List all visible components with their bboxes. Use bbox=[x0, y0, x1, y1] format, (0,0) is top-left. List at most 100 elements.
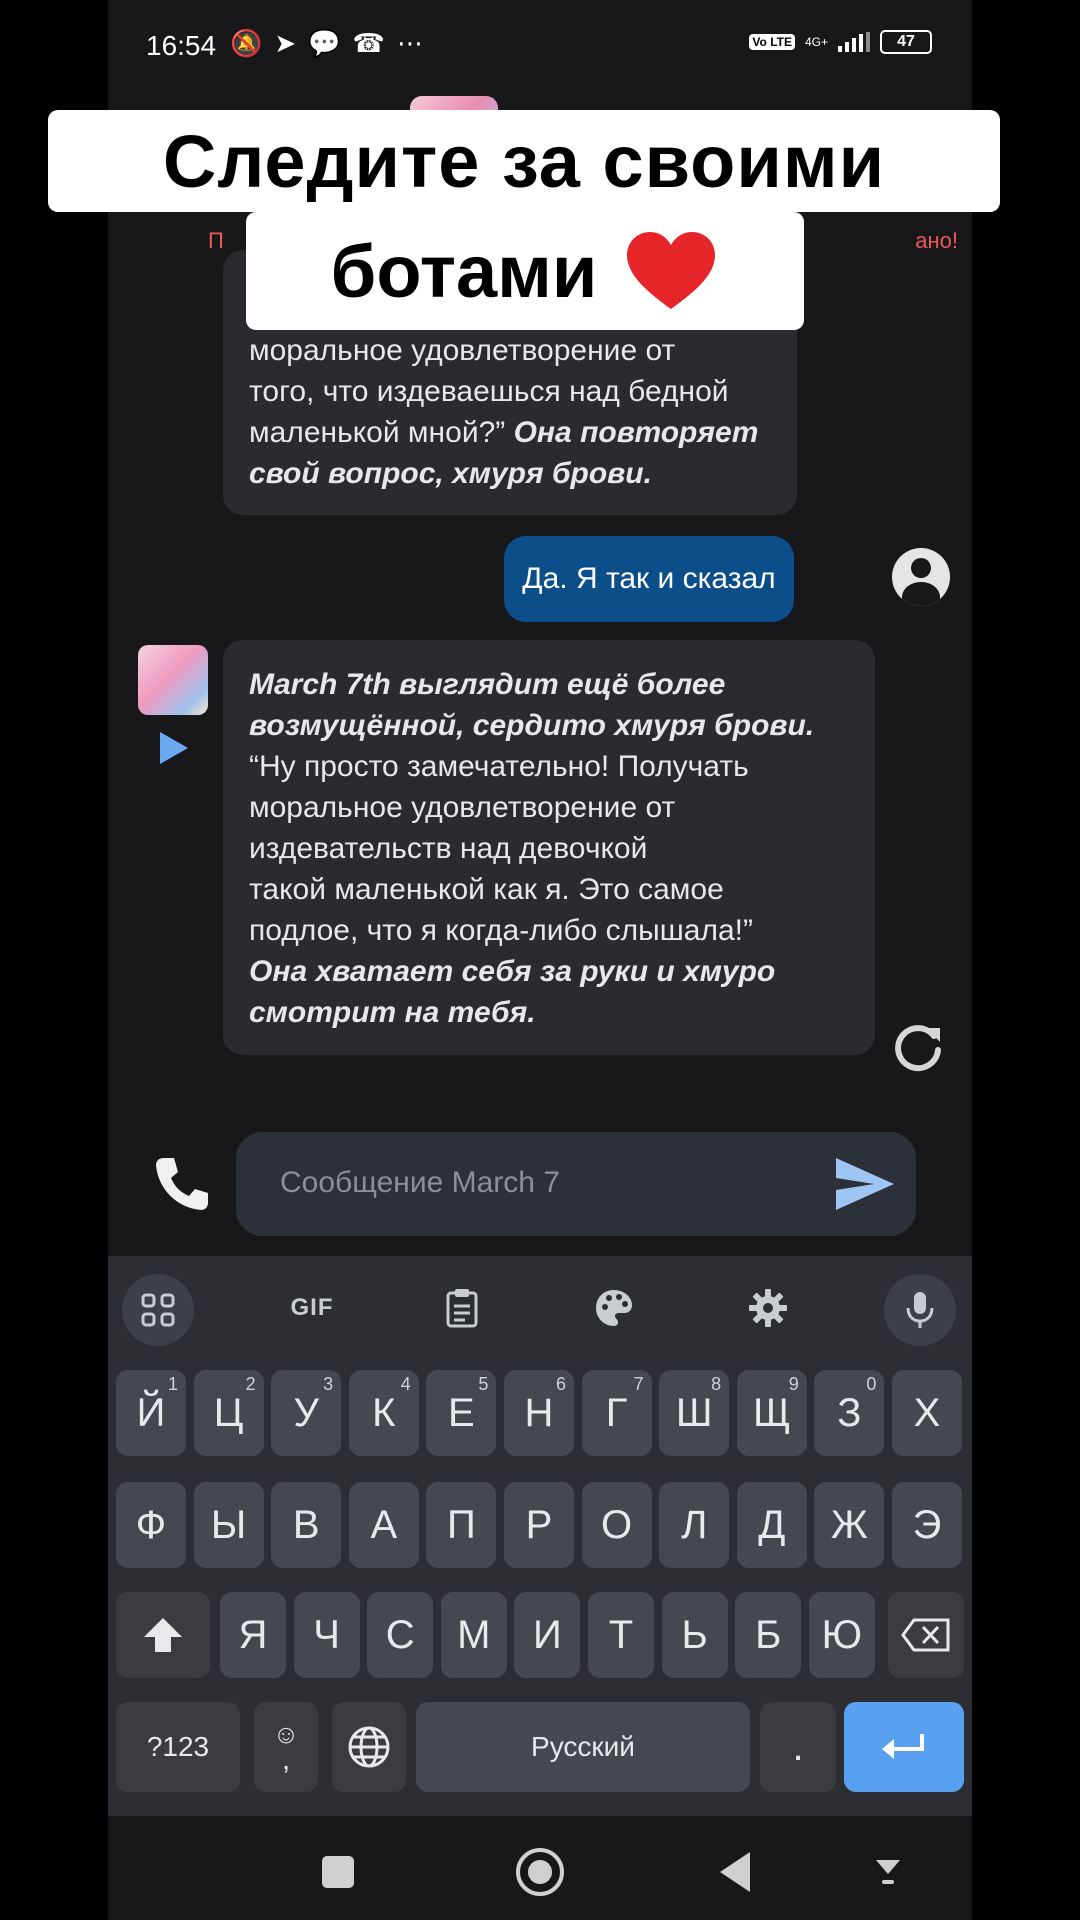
key[interactable]: В bbox=[271, 1482, 342, 1568]
shift-key[interactable] bbox=[116, 1592, 210, 1678]
key[interactable]: Ю bbox=[808, 1592, 875, 1678]
symbols-key[interactable]: ?123 bbox=[116, 1702, 240, 1792]
play-voice-icon[interactable] bbox=[160, 732, 188, 764]
message-line: того, что издеваешься над бедной bbox=[249, 375, 729, 408]
key[interactable]: Р bbox=[504, 1482, 574, 1568]
key[interactable]: Ф bbox=[116, 1482, 186, 1568]
key[interactable]: У3 bbox=[271, 1370, 342, 1456]
key-hint: 9 bbox=[788, 1374, 799, 1394]
backspace-key[interactable] bbox=[888, 1592, 964, 1678]
key[interactable]: Д bbox=[736, 1482, 807, 1568]
call-icon[interactable] bbox=[150, 1152, 214, 1216]
key[interactable]: Т bbox=[588, 1592, 654, 1678]
key[interactable]: М bbox=[440, 1592, 507, 1678]
key[interactable]: Л bbox=[659, 1482, 730, 1568]
missed-call-icon: ☎ bbox=[352, 28, 385, 58]
caption-line-2: ботами bbox=[246, 212, 804, 330]
key[interactable]: Г7 bbox=[581, 1370, 652, 1456]
back-button[interactable] bbox=[720, 1852, 750, 1892]
key[interactable]: С bbox=[367, 1592, 434, 1678]
key[interactable]: Н6 bbox=[504, 1370, 574, 1456]
message-action: Она хватает себя за руки и хмуро bbox=[249, 955, 776, 988]
enter-key[interactable] bbox=[844, 1702, 964, 1792]
enter-arrow-icon bbox=[882, 1734, 924, 1759]
shift-arrow-icon bbox=[144, 1618, 182, 1652]
key-label: Е bbox=[448, 1390, 475, 1435]
key[interactable]: Е5 bbox=[426, 1370, 497, 1456]
message-line: March 7th выглядит ещё более bbox=[249, 664, 849, 705]
recent-apps-button[interactable] bbox=[322, 1856, 354, 1888]
key-hint: 5 bbox=[478, 1374, 489, 1394]
key[interactable]: Я bbox=[220, 1592, 286, 1678]
key[interactable]: Ы bbox=[193, 1482, 264, 1568]
backspace-icon bbox=[901, 1618, 950, 1652]
comma-label: , bbox=[281, 1743, 291, 1776]
key-label: Г bbox=[605, 1390, 628, 1435]
message-action: возмущённой, сердито хмуря брови. bbox=[249, 709, 815, 742]
key[interactable]: З0 bbox=[814, 1370, 885, 1456]
key[interactable]: П bbox=[426, 1482, 497, 1568]
key-label: Щ bbox=[753, 1390, 791, 1435]
signal-icon bbox=[838, 32, 870, 52]
message-line: такой маленькой как я. Это самое bbox=[249, 873, 724, 906]
emoji-comma-key[interactable]: ☺ , bbox=[254, 1702, 318, 1792]
user-avatar-icon[interactable] bbox=[892, 548, 950, 606]
message-text: маленькой мной?” bbox=[249, 416, 506, 449]
status-bar: 16:54 🔕 ➤ 💬 ☎ ⋯ Vo LTE 4G+ 47 bbox=[108, 0, 972, 72]
send-icon[interactable] bbox=[832, 1152, 898, 1216]
bot-avatar[interactable] bbox=[138, 645, 208, 715]
key[interactable]: Ь bbox=[661, 1592, 728, 1678]
clipboard-icon[interactable] bbox=[426, 1278, 498, 1338]
key[interactable]: Э bbox=[892, 1482, 962, 1568]
key[interactable]: Щ9 bbox=[736, 1370, 807, 1456]
keyboard: GIF Й1Ц2У3К4Е5Н6Г7Ш8Щ9З0Х ФЫВАПРОЛДЖЭ ЯЧ… bbox=[108, 1256, 972, 1816]
language-key[interactable] bbox=[332, 1702, 406, 1792]
key-hint: 3 bbox=[323, 1374, 334, 1394]
settings-gear-icon[interactable] bbox=[732, 1278, 804, 1338]
message-line: моральное удовлетворение от bbox=[249, 791, 676, 824]
more-notifications-icon: ⋯ bbox=[396, 28, 423, 58]
key-label: Н bbox=[524, 1390, 554, 1435]
message-line: “Ну просто замечательно! Получать bbox=[249, 750, 749, 783]
key-label: Ш bbox=[675, 1390, 713, 1435]
hide-keyboard-button[interactable] bbox=[868, 1852, 908, 1892]
space-key[interactable]: Русский bbox=[416, 1702, 750, 1792]
key[interactable]: К4 bbox=[348, 1370, 419, 1456]
home-button[interactable] bbox=[516, 1848, 564, 1896]
message-input[interactable]: Сообщение March 7 bbox=[236, 1132, 916, 1236]
key-hint: 6 bbox=[555, 1374, 566, 1394]
key-label: Х bbox=[913, 1390, 941, 1435]
key[interactable]: Х bbox=[892, 1370, 962, 1456]
message-action: Она повторяет bbox=[513, 416, 759, 449]
key[interactable]: О bbox=[581, 1482, 652, 1568]
navigation-bar bbox=[108, 1816, 972, 1920]
message-line: маленькой мной?” Она повторяет bbox=[249, 412, 771, 453]
key[interactable]: Ш8 bbox=[659, 1370, 730, 1456]
bot-message: March 7th выглядит ещё более возмущённой… bbox=[223, 640, 875, 1055]
key[interactable]: Й1 bbox=[116, 1370, 186, 1456]
key[interactable]: Б bbox=[735, 1592, 802, 1678]
message-input-placeholder: Сообщение March 7 bbox=[280, 1166, 560, 1199]
apps-grid-icon[interactable] bbox=[122, 1274, 194, 1346]
palette-icon[interactable] bbox=[578, 1278, 650, 1338]
regenerate-icon[interactable] bbox=[890, 1020, 946, 1076]
key[interactable]: Ч bbox=[293, 1592, 360, 1678]
user-message-text: Да. Я так и сказал bbox=[522, 562, 776, 595]
warning-text-left: П bbox=[208, 228, 224, 253]
caption-text: ботами bbox=[330, 229, 598, 313]
key[interactable]: Ж bbox=[814, 1482, 885, 1568]
microphone-icon[interactable] bbox=[884, 1274, 956, 1346]
period-key[interactable]: . bbox=[760, 1702, 836, 1792]
key[interactable]: А bbox=[348, 1482, 419, 1568]
gif-button[interactable]: GIF bbox=[276, 1278, 348, 1338]
user-message: Да. Я так и сказал bbox=[504, 536, 794, 622]
message-line: подлое, что я когда-либо слышала!” bbox=[249, 914, 754, 947]
message-line: моральное удовлетворение от bbox=[249, 334, 676, 367]
message-line: Она хватает себя за руки и хмуро bbox=[249, 951, 849, 992]
key[interactable]: И bbox=[514, 1592, 581, 1678]
key-label: Ц bbox=[213, 1390, 244, 1435]
key-hint: 8 bbox=[711, 1374, 722, 1394]
message-line: издевательств над девочкой bbox=[249, 832, 648, 865]
status-time: 16:54 bbox=[146, 30, 217, 61]
key[interactable]: Ц2 bbox=[193, 1370, 264, 1456]
